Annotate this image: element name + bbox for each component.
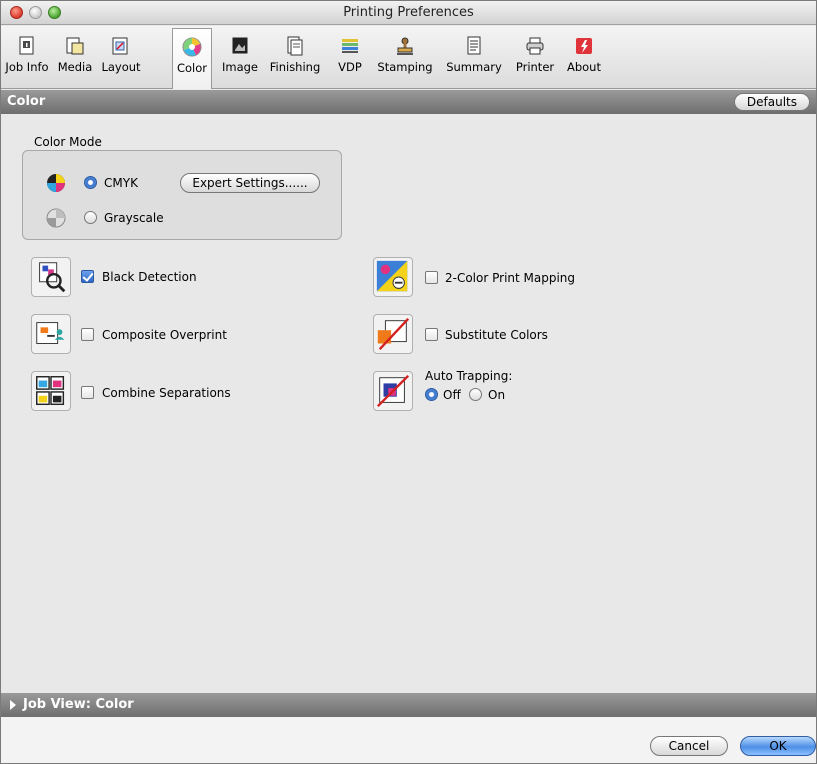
auto-trapping-on-radio[interactable] (469, 388, 482, 401)
two-color-mapping-icon (373, 257, 413, 297)
summary-icon (467, 36, 481, 55)
cancel-button[interactable]: Cancel (650, 736, 728, 756)
section-title: Color (7, 94, 46, 109)
tab-color[interactable]: Color (172, 28, 212, 89)
substitute-colors-checkbox[interactable] (425, 328, 438, 341)
substitute-colors-icon (373, 314, 413, 354)
about-icon (576, 38, 592, 54)
color-wheel-icon (182, 37, 202, 57)
tab-image[interactable]: Image (219, 28, 261, 86)
combine-separations-label: Combine Separations (102, 386, 231, 400)
auto-trapping-icon (373, 371, 413, 411)
tab-about[interactable]: About (563, 28, 605, 86)
tab-media[interactable]: Media (53, 28, 97, 86)
ok-button[interactable]: OK (740, 736, 816, 756)
vdp-icon (342, 39, 358, 53)
tab-layout[interactable]: Layout (99, 28, 143, 86)
tab-summary[interactable]: Summary (445, 28, 503, 86)
finishing-icon (287, 36, 303, 56)
composite-overprint-icon (31, 314, 71, 354)
composite-overprint-label: Composite Overprint (102, 328, 227, 342)
tab-stamping[interactable]: Stamping (375, 28, 435, 86)
job-view-bar[interactable]: Job View: Color (1, 693, 816, 717)
grayscale-icon (46, 208, 66, 228)
cmyk-radio[interactable] (84, 176, 97, 189)
dialog-footer: Cancel OK (1, 717, 816, 763)
auto-trapping-off-radio[interactable] (425, 388, 438, 401)
color-mode-group: CMYK Expert Settings...... Grayscale (22, 150, 342, 240)
expert-settings-button[interactable]: Expert Settings...... (180, 173, 320, 193)
black-detection-checkbox[interactable] (81, 270, 94, 283)
layout-icon (112, 37, 128, 55)
job-view-label: Job View: Color (23, 697, 134, 712)
combine-separations-checkbox[interactable] (81, 386, 94, 399)
image-icon (232, 37, 248, 54)
substitute-colors-label: Substitute Colors (445, 328, 548, 342)
two-color-mapping-label: 2-Color Print Mapping (445, 271, 576, 285)
combine-separations-icon (31, 371, 71, 411)
job-info-icon (19, 36, 34, 55)
auto-trapping-on-label: On (488, 388, 506, 402)
stamp-icon (397, 37, 413, 55)
defaults-button[interactable]: Defaults (733, 93, 810, 111)
cmyk-icon (47, 174, 65, 192)
grayscale-radio[interactable] (84, 211, 97, 224)
black-detection-icon (31, 257, 71, 297)
printing-preferences-window: Printing Preferences Job Info Media Layo… (0, 0, 817, 764)
color-mode-label: Color Mode (34, 135, 102, 149)
window-title: Printing Preferences (343, 5, 474, 20)
title-bar: Printing Preferences (1, 1, 816, 25)
black-detection-label: Black Detection (102, 270, 197, 284)
tab-finishing[interactable]: Finishing (267, 28, 323, 86)
cmyk-label: CMYK (104, 176, 138, 190)
tab-printer[interactable]: Printer (511, 28, 559, 86)
auto-trapping-off-label: Off (443, 388, 461, 402)
auto-trapping-label: Auto Trapping: (425, 369, 513, 383)
printer-icon (526, 37, 544, 55)
composite-overprint-checkbox[interactable] (81, 328, 94, 341)
toolbar: Job Info Media Layout Color Image Finish… (1, 26, 816, 89)
disclosure-triangle-icon[interactable] (9, 700, 17, 710)
section-header-color: Color Defaults (1, 90, 816, 114)
color-settings-panel: Color Mode CMYK Expert Settings...... Gr… (1, 115, 816, 693)
grayscale-label: Grayscale (104, 211, 164, 225)
media-icon (66, 37, 84, 55)
tab-job-info[interactable]: Job Info (3, 28, 51, 86)
two-color-mapping-checkbox[interactable] (425, 271, 438, 284)
tab-vdp[interactable]: VDP (333, 28, 367, 86)
